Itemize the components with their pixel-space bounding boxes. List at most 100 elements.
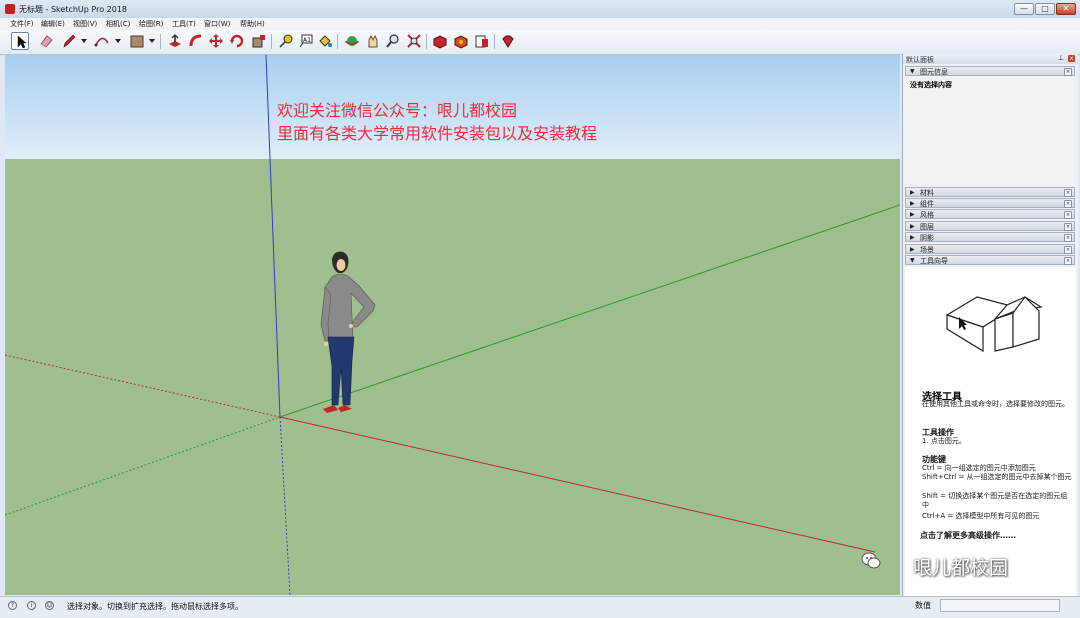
tray-label: 工具向导 <box>920 257 948 265</box>
tray-close-icon[interactable]: × <box>1064 200 1072 208</box>
model-viewport[interactable]: 欢迎关注微信公众号：哏儿都校园 里面有各类大学常用软件安装包以及安装教程 <box>5 55 900 595</box>
layout-icon <box>475 35 488 48</box>
paint-bucket-tool-button[interactable] <box>316 32 334 50</box>
tray-close-icon[interactable]: × <box>1064 211 1072 219</box>
entity-info-content: 没有选择内容 <box>905 76 1075 184</box>
pushpull-icon <box>169 34 181 47</box>
ruby-icon <box>502 35 514 48</box>
menu-bar: 文件(F) 编辑(E) 视图(V) 相机(C) 绘图(R) 工具(T) 窗口(W… <box>0 18 1080 30</box>
tray-label: 组件 <box>920 200 934 208</box>
zoom-icon <box>386 34 399 48</box>
measurements-input[interactable] <box>940 599 1060 612</box>
menu-tools[interactable]: 工具(T) <box>172 19 196 29</box>
collapsed-arrow-icon: ▶ <box>910 234 915 241</box>
menu-file[interactable]: 文件(F) <box>10 19 34 29</box>
tray-close-icon[interactable]: × <box>1064 257 1072 265</box>
warehouse-icon <box>433 35 447 49</box>
geolocation-icon[interactable]: ? <box>8 601 17 610</box>
collapsed-arrow-icon: ▶ <box>910 246 915 253</box>
tray-styles[interactable]: ▶ 风格 × <box>905 209 1075 219</box>
text-icon: A1 <box>299 34 313 48</box>
tray-shadows[interactable]: ▶ 阴影 × <box>905 232 1075 242</box>
pencil-tool-button[interactable] <box>60 32 78 50</box>
tray-label: 材料 <box>920 189 934 197</box>
tray-entity-info[interactable]: ▼ 图元信息 × <box>905 66 1075 76</box>
move-icon <box>209 34 223 48</box>
tray-close-icon[interactable]: × <box>1064 68 1072 76</box>
ruby-console-button[interactable] <box>499 32 517 50</box>
pan-tool-button[interactable] <box>364 32 382 50</box>
panel-close-icon[interactable]: x <box>1068 55 1075 62</box>
tray-close-icon[interactable]: × <box>1064 223 1072 231</box>
zoom-tool-button[interactable] <box>384 32 402 50</box>
menu-help[interactable]: 帮助(H) <box>240 19 265 29</box>
zoom-extents-tool-button[interactable] <box>405 32 423 50</box>
credits-icon[interactable]: i <box>27 601 36 610</box>
scale-tool-button[interactable] <box>250 32 268 50</box>
title-bar: 无标题 - SketchUp Pro 2018 — □ ✕ <box>0 0 1080 18</box>
tray-close-icon[interactable]: × <box>1064 189 1072 197</box>
watermark-line-1: 欢迎关注微信公众号：哏儿都校园 <box>277 101 518 120</box>
pin-icon[interactable]: ⊥ <box>1058 54 1064 62</box>
extension-warehouse-icon <box>454 35 468 49</box>
pencil-dropdown-arrow[interactable] <box>81 39 87 43</box>
status-bar: ? i ☺ 选择对象。切换到扩充选择。拖动鼠标选择多项。 数值 <box>0 596 1080 618</box>
text-tool-button[interactable]: A1 <box>297 32 315 50</box>
user-account-icon[interactable]: ☺ <box>45 601 54 610</box>
tray-label: 阴影 <box>920 234 934 242</box>
sketchup-window: 无标题 - SketchUp Pro 2018 — □ ✕ 文件(F) 编辑(E… <box>0 0 1080 618</box>
send-to-layout-button[interactable] <box>473 32 491 50</box>
menu-edit[interactable]: 编辑(E) <box>41 19 65 29</box>
tape-measure-tool-button[interactable] <box>277 32 295 50</box>
measurements-label: 数值 <box>915 601 931 610</box>
default-tray-panel: 默认面板 ⊥ x ▼ 图元信息 × 没有选择内容 ▶ 材料 × ▶ 组件 × ▶… <box>902 54 1078 597</box>
move-tool-button[interactable] <box>207 32 225 50</box>
menu-view[interactable]: 视图(V) <box>73 19 97 29</box>
menu-window[interactable]: 窗口(W) <box>204 19 230 29</box>
tray-label: 图层 <box>920 223 934 231</box>
rectangle-tool-button[interactable] <box>128 32 146 50</box>
arc-dropdown-arrow[interactable] <box>115 39 121 43</box>
followme-tool-button[interactable] <box>187 32 205 50</box>
window-title: 无标题 - SketchUp Pro 2018 <box>19 5 127 14</box>
eraser-tool-button[interactable] <box>37 32 55 50</box>
instructor-more-link[interactable]: 点击了解更多高级操作…… <box>920 530 1016 541</box>
maximize-button[interactable]: □ <box>1035 3 1055 15</box>
wechat-icon <box>861 552 881 569</box>
tray-instructor[interactable]: ▼ 工具向导 × <box>905 255 1075 265</box>
toolbar-separator <box>494 34 495 49</box>
panel-header-title: 默认面板 <box>906 56 934 64</box>
shape-dropdown-arrow[interactable] <box>149 39 155 43</box>
tray-close-icon[interactable]: × <box>1064 234 1072 242</box>
toolbar-separator <box>160 34 161 49</box>
pencil-icon <box>63 34 76 48</box>
rotate-tool-button[interactable] <box>228 32 246 50</box>
menu-draw[interactable]: 绘图(R) <box>139 19 163 29</box>
tray-scenes[interactable]: ▶ 场景 × <box>905 244 1075 254</box>
instructor-key-shift: Shift = 切换选择某个图元是否在选定的图元组中 <box>922 492 1068 509</box>
tray-materials[interactable]: ▶ 材料 × <box>905 187 1075 197</box>
pushpull-tool-button[interactable] <box>166 32 184 50</box>
collapsed-arrow-icon: ▶ <box>910 200 915 207</box>
eraser-icon <box>40 35 53 48</box>
arc-tool-button[interactable] <box>93 32 111 50</box>
status-text: 选择对象。切换到扩充选择。拖动鼠标选择多项。 <box>67 602 243 611</box>
tray-close-icon[interactable]: × <box>1064 246 1072 254</box>
no-selection-text: 没有选择内容 <box>910 81 952 89</box>
select-tool-button[interactable] <box>11 32 29 50</box>
brand-watermark: 哏儿都校园 <box>913 557 1009 579</box>
menu-camera[interactable]: 相机(C) <box>106 19 130 29</box>
orbit-tool-button[interactable] <box>343 32 361 50</box>
tray-layers[interactable]: ▶ 图层 × <box>905 221 1075 231</box>
sketchup-app-icon <box>5 4 15 14</box>
rotate-icon <box>230 34 244 48</box>
instructor-ops-item: 1. 点击图元。 <box>922 437 966 445</box>
3d-warehouse-button[interactable] <box>431 32 449 50</box>
followme-icon <box>189 34 202 47</box>
toolbar-separator <box>271 34 272 49</box>
extension-warehouse-button[interactable] <box>452 32 470 50</box>
close-button[interactable]: ✕ <box>1056 3 1076 15</box>
minimize-button[interactable]: — <box>1014 3 1034 15</box>
instructor-key-shift-ctrl: Shift+Ctrl = 从一组选定的图元中去掉某个图元 <box>922 473 1072 481</box>
tray-components[interactable]: ▶ 组件 × <box>905 198 1075 208</box>
